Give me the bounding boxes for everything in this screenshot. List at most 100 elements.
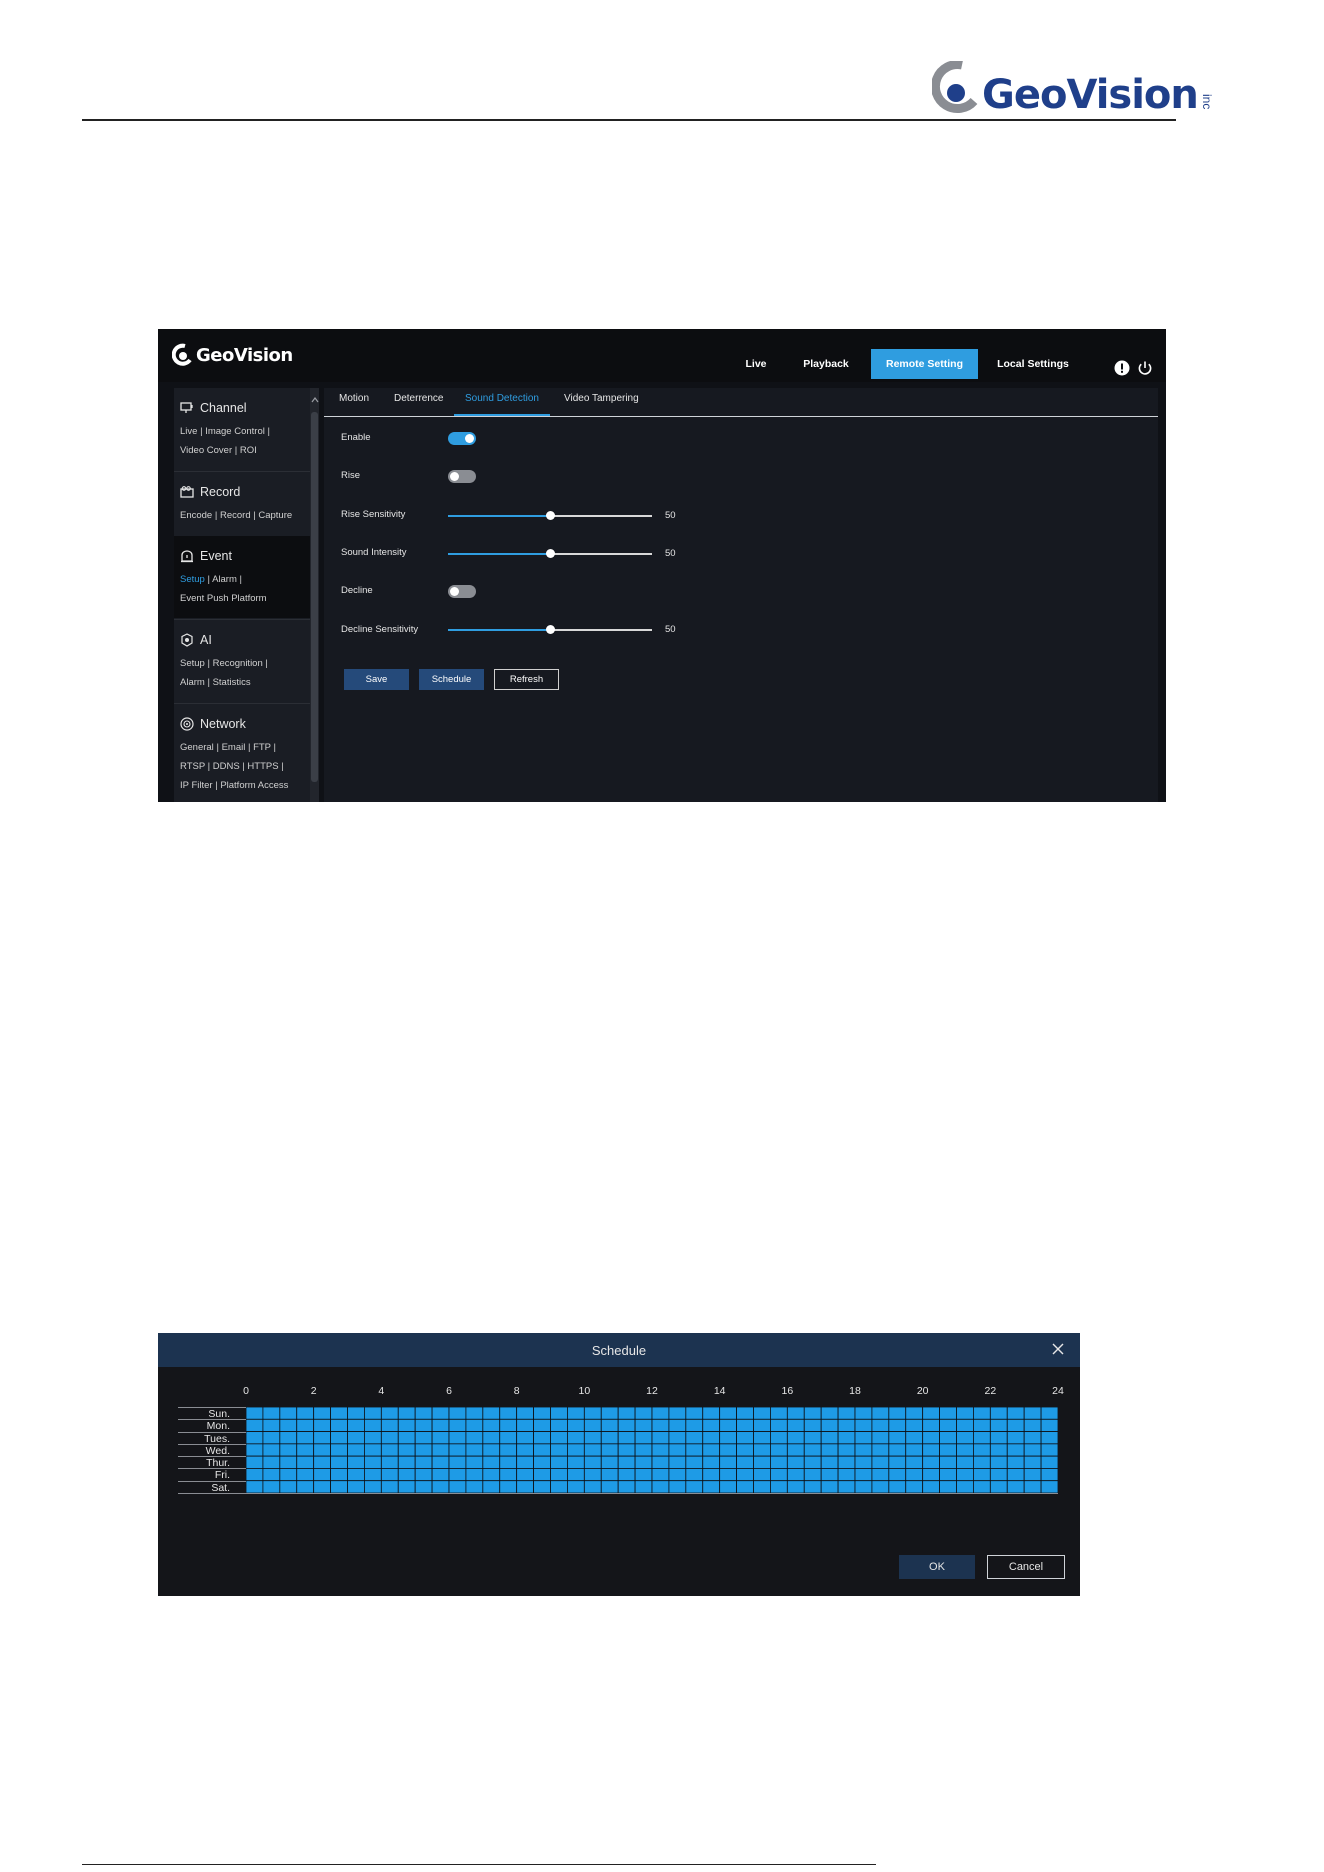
- cancel-button[interactable]: Cancel: [987, 1555, 1065, 1579]
- schedule-cell[interactable]: [753, 1468, 771, 1482]
- schedule-cell[interactable]: [617, 1418, 636, 1432]
- schedule-cell[interactable]: [888, 1443, 907, 1457]
- schedule-cell[interactable]: [567, 1468, 585, 1482]
- sidebar-item-ai[interactable]: AI: [180, 633, 212, 647]
- schedule-cell[interactable]: [262, 1418, 281, 1432]
- schedule-cell[interactable]: [803, 1480, 822, 1493]
- schedule-cell[interactable]: [837, 1443, 856, 1457]
- schedule-cell[interactable]: [600, 1443, 619, 1457]
- enable-toggle[interactable]: [448, 432, 476, 445]
- schedule-cell[interactable]: [871, 1431, 890, 1445]
- schedule-cell[interactable]: [820, 1480, 839, 1493]
- schedule-cell[interactable]: [770, 1418, 788, 1432]
- schedule-cell[interactable]: [634, 1455, 653, 1469]
- schedule-grid[interactable]: [246, 1407, 1058, 1493]
- schedule-cell[interactable]: [262, 1431, 281, 1445]
- schedule-cell[interactable]: [414, 1407, 433, 1420]
- schedule-cell[interactable]: [397, 1418, 416, 1432]
- schedule-cell[interactable]: [820, 1468, 839, 1482]
- sidebar-item-record[interactable]: Record: [180, 485, 240, 499]
- schedule-cell[interactable]: [533, 1431, 551, 1445]
- schedule-cell[interactable]: [702, 1431, 721, 1445]
- scroll-up-icon[interactable]: [311, 391, 319, 403]
- schedule-cell[interactable]: [431, 1443, 450, 1457]
- schedule-cell[interactable]: [753, 1407, 771, 1420]
- schedule-cell[interactable]: [448, 1418, 467, 1432]
- schedule-cell[interactable]: [279, 1418, 298, 1432]
- schedule-cell[interactable]: [262, 1455, 281, 1469]
- schedule-cell[interactable]: [989, 1431, 1008, 1445]
- schedule-cell[interactable]: [499, 1480, 518, 1493]
- link-general[interactable]: General: [180, 742, 214, 753]
- schedule-cell[interactable]: [973, 1407, 991, 1420]
- schedule-cell[interactable]: [803, 1418, 822, 1432]
- schedule-cell[interactable]: [786, 1455, 805, 1469]
- schedule-cell[interactable]: [246, 1407, 264, 1420]
- schedule-cell[interactable]: [736, 1407, 754, 1420]
- schedule-cell[interactable]: [397, 1431, 416, 1445]
- schedule-cell[interactable]: [567, 1407, 585, 1420]
- schedule-cell[interactable]: [1040, 1455, 1058, 1469]
- schedule-cell[interactable]: [617, 1431, 636, 1445]
- schedule-cell[interactable]: [600, 1407, 619, 1420]
- schedule-cell[interactable]: [837, 1431, 856, 1445]
- schedule-cell[interactable]: [482, 1418, 501, 1432]
- schedule-cell[interactable]: [1040, 1468, 1058, 1482]
- schedule-cell[interactable]: [414, 1418, 433, 1432]
- schedule-cell[interactable]: [888, 1468, 907, 1482]
- save-button[interactable]: Save: [344, 669, 409, 690]
- schedule-cell[interactable]: [313, 1418, 331, 1432]
- schedule-cell[interactable]: [465, 1455, 484, 1469]
- link-ddns[interactable]: DDNS: [213, 761, 240, 772]
- schedule-cell[interactable]: [871, 1407, 890, 1420]
- schedule-cell[interactable]: [246, 1468, 264, 1482]
- schedule-cell[interactable]: [905, 1443, 924, 1457]
- schedule-cell[interactable]: [736, 1468, 754, 1482]
- schedule-cell[interactable]: [347, 1455, 365, 1469]
- schedule-cell[interactable]: [736, 1431, 754, 1445]
- schedule-cell[interactable]: [533, 1480, 551, 1493]
- schedule-cell[interactable]: [1023, 1455, 1042, 1469]
- schedule-cell[interactable]: [786, 1443, 805, 1457]
- schedule-cell[interactable]: [380, 1407, 399, 1420]
- schedule-cell[interactable]: [364, 1431, 382, 1445]
- schedule-cell[interactable]: [651, 1480, 670, 1493]
- schedule-cell[interactable]: [516, 1455, 534, 1469]
- schedule-cell[interactable]: [600, 1468, 619, 1482]
- schedule-cell[interactable]: [668, 1468, 687, 1482]
- schedule-cell[interactable]: [837, 1418, 856, 1432]
- schedule-cell[interactable]: [1040, 1407, 1058, 1420]
- schedule-cell[interactable]: [770, 1468, 788, 1482]
- schedule-cell[interactable]: [702, 1468, 721, 1482]
- schedule-cell[interactable]: [414, 1468, 433, 1482]
- schedule-cell[interactable]: [905, 1431, 924, 1445]
- schedule-cell[interactable]: [736, 1455, 754, 1469]
- schedule-cell[interactable]: [313, 1431, 331, 1445]
- schedule-cell[interactable]: [888, 1455, 907, 1469]
- schedule-cell[interactable]: [973, 1431, 991, 1445]
- schedule-cell[interactable]: [837, 1468, 856, 1482]
- schedule-cell[interactable]: [651, 1418, 670, 1432]
- schedule-cell[interactable]: [685, 1431, 704, 1445]
- schedule-cell[interactable]: [567, 1418, 585, 1432]
- schedule-cell[interactable]: [1006, 1418, 1025, 1432]
- schedule-cell[interactable]: [973, 1443, 991, 1457]
- schedule-button[interactable]: Schedule: [419, 669, 484, 690]
- schedule-cell[interactable]: [617, 1407, 636, 1420]
- schedule-cell[interactable]: [668, 1407, 687, 1420]
- schedule-cell[interactable]: [854, 1455, 873, 1469]
- nav-remote-setting[interactable]: Remote Setting: [871, 349, 978, 379]
- schedule-cell[interactable]: [1040, 1480, 1058, 1493]
- schedule-cell[interactable]: [786, 1418, 805, 1432]
- link-capture[interactable]: Capture: [258, 510, 292, 521]
- schedule-cell[interactable]: [820, 1455, 839, 1469]
- schedule-cell[interactable]: [550, 1468, 568, 1482]
- schedule-cell[interactable]: [786, 1431, 805, 1445]
- schedule-cell[interactable]: [533, 1407, 551, 1420]
- schedule-cell[interactable]: [550, 1407, 568, 1420]
- schedule-cell[interactable]: [973, 1455, 991, 1469]
- link-live[interactable]: Live: [180, 426, 197, 437]
- schedule-cell[interactable]: [246, 1455, 264, 1469]
- sidebar-item-channel[interactable]: Channel: [180, 401, 247, 415]
- schedule-cell[interactable]: [364, 1480, 382, 1493]
